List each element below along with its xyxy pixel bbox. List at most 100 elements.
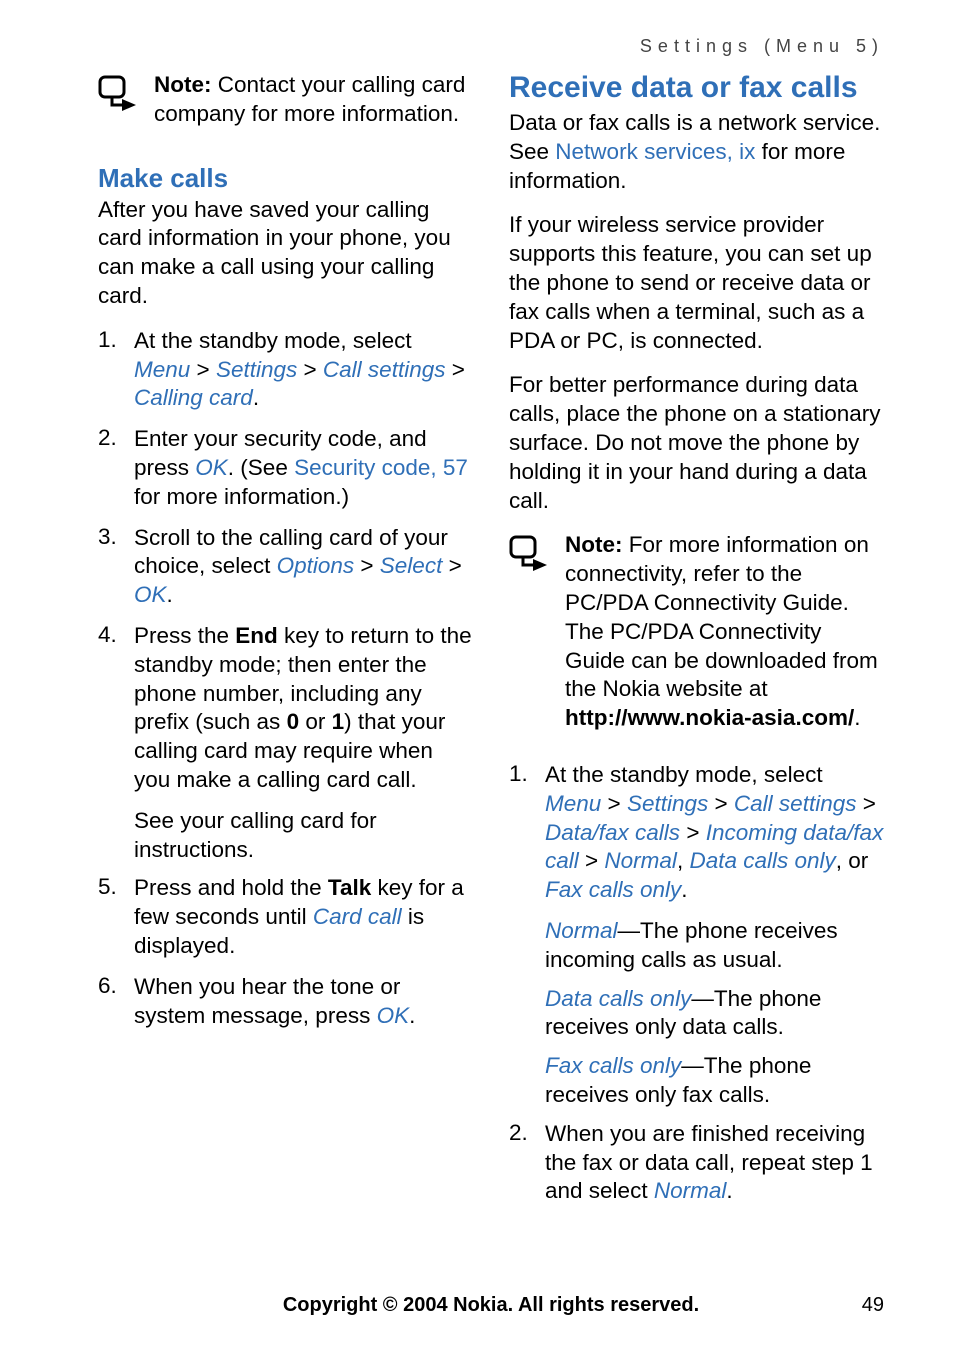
- step-body: At the standby mode, select Menu > Setti…: [545, 761, 884, 905]
- text: .: [167, 582, 173, 607]
- text: or: [299, 709, 332, 734]
- term-fax-calls-only: Fax calls only: [545, 1053, 681, 1078]
- ui-call-settings: Call settings: [734, 791, 857, 816]
- text: Press the: [134, 623, 235, 648]
- text: .: [409, 1003, 415, 1028]
- ui-call-settings: Call settings: [323, 357, 446, 382]
- step-number: 6.: [98, 973, 134, 999]
- step-number: 4.: [98, 622, 134, 648]
- step-number: 3.: [98, 524, 134, 550]
- ui-data-fax-calls: Data/fax calls: [545, 820, 680, 845]
- text: .: [726, 1178, 732, 1203]
- step-body: Scroll to the calling card of your choic…: [134, 524, 473, 610]
- note-text: Note: Contact your calling card company …: [154, 71, 473, 129]
- step-body: At the standby mode, select Menu > Setti…: [134, 327, 473, 413]
- note-label: Note:: [154, 72, 212, 97]
- text: >: [680, 820, 706, 845]
- step-number: 2.: [509, 1120, 545, 1146]
- rx-p1: Data or fax calls is a network service. …: [509, 109, 884, 195]
- step-1: 1. At the standby mode, select Menu > Se…: [98, 327, 473, 413]
- step-number: 5.: [98, 874, 134, 900]
- key-end: End: [235, 623, 278, 648]
- note-body-1: For more information on connectivity, re…: [565, 532, 878, 701]
- text: , or: [836, 848, 869, 873]
- text: >: [708, 791, 734, 816]
- heading-make-calls: Make calls: [98, 163, 473, 194]
- text: At the standby mode, select: [545, 762, 823, 787]
- copyright: Copyright © 2004 Nokia. All rights reser…: [158, 1294, 824, 1317]
- ui-ok: OK: [195, 455, 228, 480]
- step-body: When you are finished receiving the fax …: [545, 1120, 884, 1206]
- note-period: .: [854, 705, 860, 730]
- ui-normal: Normal: [654, 1178, 727, 1203]
- term-data-calls-only: Data calls only: [545, 986, 691, 1011]
- text: for more information.): [134, 484, 349, 509]
- step-number: 1.: [98, 327, 134, 353]
- text: >: [601, 791, 627, 816]
- note-label: Note:: [565, 532, 623, 557]
- text: >: [579, 848, 605, 873]
- make-calls-intro: After you have saved your calling card i…: [98, 196, 473, 311]
- ui-options: Options: [277, 553, 355, 578]
- step-2: 2. When you are finished receiving the f…: [509, 1120, 884, 1206]
- make-calls-steps: 1. At the standby mode, select Menu > Se…: [98, 327, 473, 795]
- ui-select: Select: [380, 553, 443, 578]
- step-4: 4. Press the End key to return to the st…: [98, 622, 473, 795]
- step-1: 1. At the standby mode, select Menu > Se…: [509, 761, 884, 905]
- ui-calling-card: Calling card: [134, 385, 253, 410]
- receive-steps: 1. At the standby mode, select Menu > Se…: [509, 761, 884, 905]
- opt-data-calls-only: Data calls only—The phone receives only …: [545, 985, 884, 1043]
- ui-settings: Settings: [216, 357, 297, 382]
- opt-normal: Normal—The phone receives incoming calls…: [545, 917, 884, 975]
- text: .: [253, 385, 259, 410]
- rx-p3: For better performance during data calls…: [509, 371, 884, 515]
- ui-normal: Normal: [604, 848, 677, 873]
- step-3: 3. Scroll to the calling card of your ch…: [98, 524, 473, 610]
- note-url: http://www.nokia-asia.com/: [565, 705, 854, 730]
- key-talk: Talk: [328, 875, 371, 900]
- note-arrow-icon: [509, 535, 549, 571]
- page-footer: Copyright © 2004 Nokia. All rights reser…: [0, 1294, 954, 1317]
- ui-card-call: Card call: [313, 904, 402, 929]
- text: At the standby mode, select: [134, 328, 412, 353]
- ui-ok: OK: [377, 1003, 410, 1028]
- make-calls-steps-cont: 5. Press and hold the Talk key for a few…: [98, 874, 473, 1030]
- step-body: Press and hold the Talk key for a few se…: [134, 874, 473, 960]
- step-number: 1.: [509, 761, 545, 787]
- ui-menu: Menu: [545, 791, 601, 816]
- page-number: 49: [824, 1294, 884, 1317]
- text: >: [354, 553, 380, 578]
- step-number: 2.: [98, 425, 134, 451]
- step-5: 5. Press and hold the Talk key for a few…: [98, 874, 473, 960]
- ui-ok: OK: [134, 582, 167, 607]
- link-security-code[interactable]: Security code, 57: [294, 455, 468, 480]
- ui-menu: Menu: [134, 357, 190, 382]
- text: . (See: [228, 455, 294, 480]
- step-body: When you hear the tone or system message…: [134, 973, 473, 1031]
- link-network-services[interactable]: Network services, ix: [555, 139, 755, 164]
- step-2: 2. Enter your security code, and press O…: [98, 425, 473, 511]
- text: >: [442, 553, 461, 578]
- step-body: Press the End key to return to the stand…: [134, 622, 473, 795]
- step-4-sub: See your calling card for instructions.: [134, 807, 473, 865]
- left-column: Note: Contact your calling card company …: [98, 71, 473, 1218]
- step-body: Enter your security code, and press OK. …: [134, 425, 473, 511]
- ui-data-calls-only: Data calls only: [689, 848, 835, 873]
- note-block: Note: For more information on connectivi…: [509, 531, 884, 745]
- ui-settings: Settings: [627, 791, 708, 816]
- text: .: [681, 877, 687, 902]
- note-block: Note: Contact your calling card company …: [98, 71, 473, 129]
- text: >: [445, 357, 464, 382]
- rx-p2: If your wireless service provider suppor…: [509, 211, 884, 355]
- heading-receive-data-fax: Receive data or fax calls: [509, 71, 884, 105]
- text: ,: [677, 848, 690, 873]
- page: Settings (Menu 5) Note: Contact your cal…: [0, 0, 954, 1353]
- term-normal: Normal: [545, 918, 618, 943]
- text: >: [297, 357, 323, 382]
- text: Press and hold the: [134, 875, 328, 900]
- right-column: Receive data or fax calls Data or fax ca…: [509, 71, 884, 1218]
- note-text: Note: For more information on connectivi…: [565, 531, 884, 733]
- text: >: [856, 791, 875, 816]
- ui-fax-calls-only: Fax calls only: [545, 877, 681, 902]
- text: >: [190, 357, 216, 382]
